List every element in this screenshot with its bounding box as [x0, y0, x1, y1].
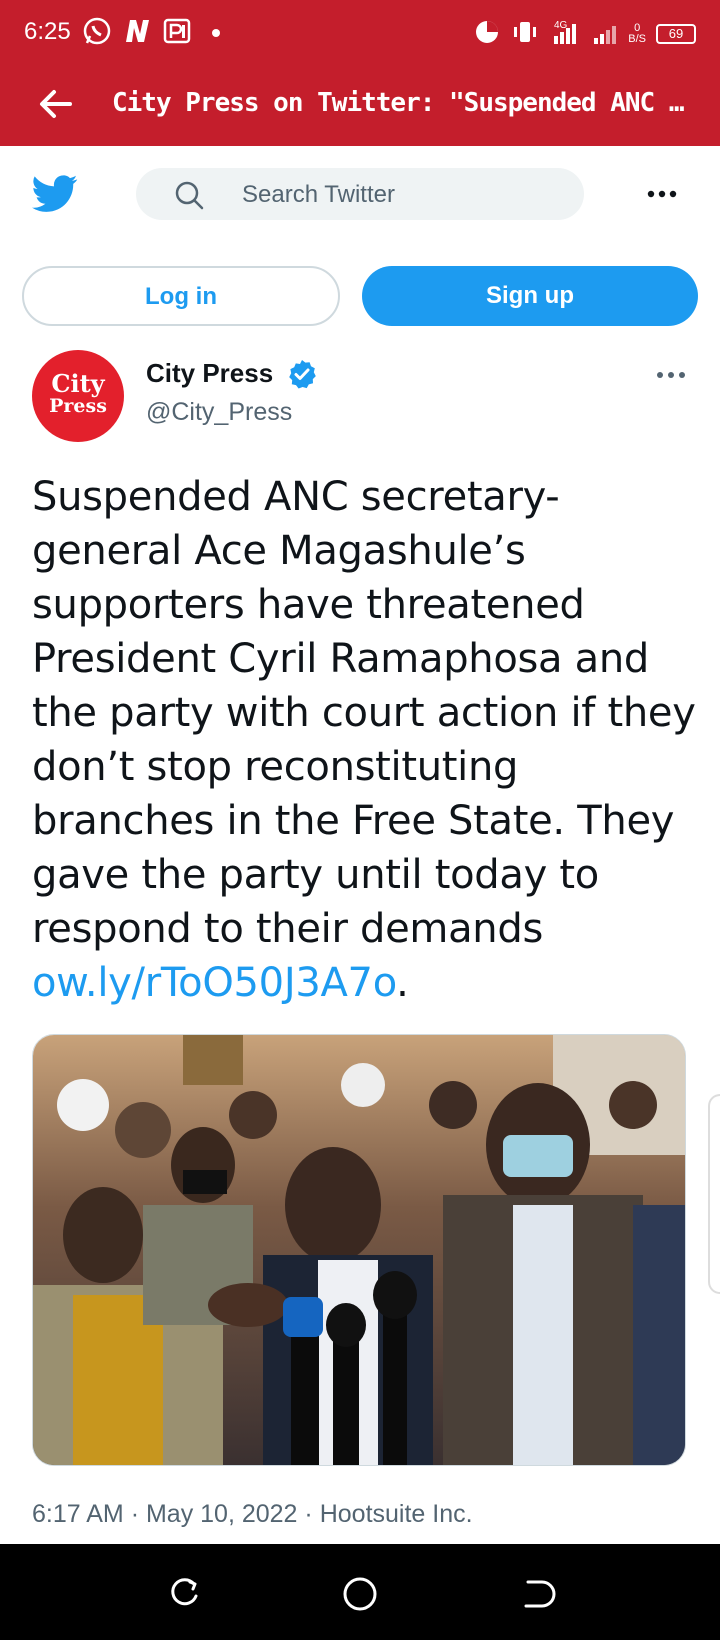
- meta-separator: ·: [130, 1500, 140, 1528]
- vibrate-icon: [510, 19, 540, 49]
- tweet-text-end: .: [396, 960, 409, 1006]
- app-bar: 6:25 4G 0 B/S 69 City Press on Twitter: …: [0, 0, 720, 146]
- avatar-text-line1: City: [51, 369, 105, 398]
- browser-header: City Press on Twitter: "Suspended ANC se…: [0, 70, 720, 140]
- avatar[interactable]: City Press: [32, 350, 124, 442]
- whatsapp-icon: [82, 16, 112, 50]
- login-button[interactable]: Log in: [22, 266, 340, 326]
- signup-button[interactable]: Sign up: [362, 266, 698, 326]
- page-title: City Press on Twitter: "Suspended ANC se…: [112, 88, 697, 118]
- tweet-text: Suspended ANC secretary-general Ace Maga…: [32, 470, 700, 1010]
- avatar-text-line2: Press: [49, 395, 107, 417]
- notification-dot: [212, 29, 220, 37]
- tweet-time[interactable]: 6:17 AM: [32, 1500, 124, 1528]
- tweet-source[interactable]: Hootsuite Inc.: [320, 1500, 473, 1528]
- search-bar[interactable]: Search Twitter: [136, 168, 584, 220]
- recent-apps-icon[interactable]: [164, 1574, 204, 1614]
- tweet-link[interactable]: ow.ly/rToO50J3A7o: [32, 960, 396, 1006]
- verified-badge-icon: [286, 358, 318, 394]
- tweet-photo[interactable]: [32, 1034, 686, 1466]
- signal-icon: [592, 18, 618, 50]
- data-speed: 0 B/S: [628, 23, 646, 45]
- twitter-topbar: Search Twitter: [0, 146, 720, 242]
- status-left-icons: [82, 16, 220, 50]
- status-right-icons: 4G 0 B/S 69: [474, 18, 696, 50]
- meta-separator: ·: [304, 1500, 313, 1528]
- data-saver-icon: [474, 19, 500, 49]
- back-arrow-icon[interactable]: [36, 84, 76, 124]
- more-icon[interactable]: [646, 180, 678, 200]
- back-icon[interactable]: [516, 1574, 556, 1614]
- svg-text:4G: 4G: [554, 20, 568, 31]
- battery-indicator: 69: [656, 24, 696, 44]
- p-app-icon: [162, 16, 192, 50]
- n-app-icon: [122, 16, 152, 50]
- twitter-bird-icon[interactable]: [32, 174, 78, 218]
- search-input[interactable]: Search Twitter: [242, 181, 395, 209]
- home-icon[interactable]: [340, 1574, 380, 1614]
- tweet-body: Suspended ANC secretary-general Ace Maga…: [32, 474, 696, 952]
- status-bar: 6:25 4G 0 B/S 69: [0, 0, 720, 64]
- tweet-meta: 6:17 AM · May 10, 2022 · Hootsuite Inc.: [32, 1500, 473, 1529]
- side-panel-handle[interactable]: [708, 1094, 720, 1294]
- author-name[interactable]: City Press: [146, 358, 273, 389]
- tweet-date[interactable]: May 10, 2022: [146, 1500, 298, 1528]
- data-speed-unit: B/S: [628, 33, 646, 45]
- search-icon: [174, 180, 204, 214]
- tweet-more-icon[interactable]: [656, 362, 686, 382]
- signal-4g-icon: 4G: [550, 18, 582, 50]
- photo-illustration: [33, 1035, 685, 1465]
- author-handle[interactable]: @City_Press: [146, 398, 292, 427]
- system-nav-bar: [0, 1544, 720, 1640]
- status-time: 6:25: [24, 18, 71, 45]
